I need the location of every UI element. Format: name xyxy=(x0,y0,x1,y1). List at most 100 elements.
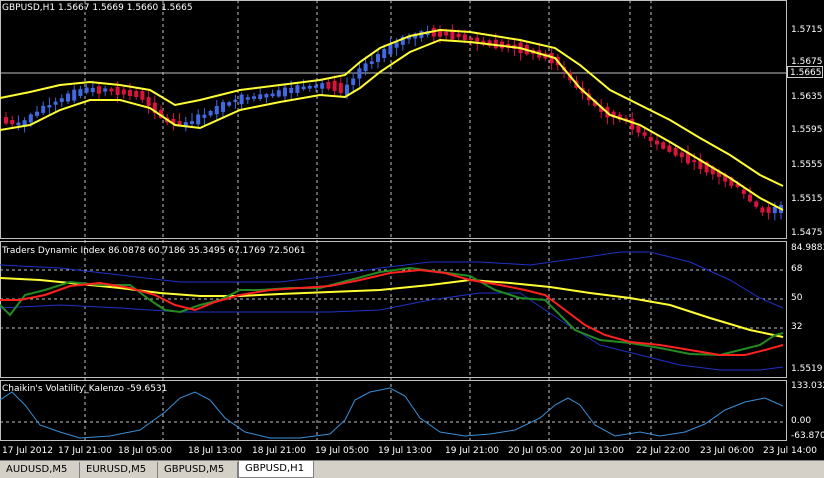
candle-body xyxy=(10,120,15,125)
candle-body xyxy=(766,207,771,213)
tab-gbpusd-h1[interactable]: GBPUSD,H1 xyxy=(238,461,314,478)
tdi-scale-tick: 68 xyxy=(791,264,803,274)
candle-body xyxy=(289,87,294,94)
candle-body xyxy=(388,44,393,55)
candle-body xyxy=(338,82,343,94)
candle-body xyxy=(357,68,362,79)
candle-body xyxy=(202,114,207,118)
chaikin-pane-label: Chaikin's Volatility_Kalenzo -59.6531 xyxy=(2,384,168,394)
candle-body xyxy=(772,206,777,214)
time-axis-tick: 17 Jul 21:00 xyxy=(58,446,112,456)
candle-body xyxy=(661,142,666,149)
tdi-scale-tick: 1.5519 xyxy=(791,364,823,374)
candle-body xyxy=(146,97,151,107)
main-pane-label: GBPUSD,H1 1.5667 1.5669 1.5660 1.5665 xyxy=(2,3,193,13)
candle-body xyxy=(673,148,678,156)
candle-body xyxy=(115,86,120,95)
candle-body xyxy=(270,93,275,97)
candle-body xyxy=(196,114,201,125)
candle-body xyxy=(41,105,46,113)
candle-body xyxy=(233,99,238,102)
candle-body xyxy=(636,125,641,133)
candle-body xyxy=(208,111,213,116)
time-axis-tick: 22 Jul 22:00 xyxy=(636,446,690,456)
candle-body xyxy=(332,80,337,91)
candle-body xyxy=(84,87,89,93)
candle-body xyxy=(66,93,70,102)
candle-body xyxy=(630,118,635,130)
candle-body xyxy=(103,88,108,92)
tdi-scale-tick: 32 xyxy=(791,322,803,332)
tdi-scale-tick: 50 xyxy=(791,293,803,303)
chaikin-scale-tick: 0.00 xyxy=(791,416,812,426)
candle-body xyxy=(53,101,58,105)
grid-lines xyxy=(84,0,652,440)
candle-body xyxy=(314,85,318,88)
tab-eurusd-m5[interactable]: EURUSD,M5 xyxy=(80,462,158,478)
candle-body xyxy=(109,88,114,92)
candle-body xyxy=(140,91,145,100)
price-tick: 1.5715 xyxy=(791,25,823,35)
tab-gbpusd-m5[interactable]: GBPUSD,M5 xyxy=(158,462,238,478)
candle-body xyxy=(667,145,672,152)
candle-body xyxy=(28,114,33,123)
lower-envelope-line xyxy=(0,38,784,211)
candle-body xyxy=(363,63,368,72)
time-axis-tick: 23 Jul 06:00 xyxy=(700,446,754,456)
candle-body xyxy=(394,42,399,48)
candle-body xyxy=(78,89,83,97)
tdi-pane-frame xyxy=(0,241,787,378)
candle-body xyxy=(283,87,287,97)
candle-body xyxy=(648,136,653,142)
tdi-scale-tick: 84.9883 xyxy=(791,243,824,253)
candle-body xyxy=(456,33,461,38)
time-axis-tick: 19 Jul 05:00 xyxy=(315,446,369,456)
candle-body xyxy=(134,91,139,98)
candle-body xyxy=(307,85,312,89)
candle-body xyxy=(679,152,684,158)
candle-body xyxy=(469,37,473,41)
time-axis-tick: 17 Jul 2012 xyxy=(2,446,53,456)
time-axis-tick: 19 Jul 21:00 xyxy=(445,446,499,456)
price-tick: 1.5595 xyxy=(791,125,823,135)
candle-body xyxy=(47,105,52,108)
price-tick: 1.5635 xyxy=(791,92,823,102)
candle-body xyxy=(97,86,101,94)
candle-body xyxy=(301,86,306,90)
candle-body xyxy=(295,85,300,93)
candle-body xyxy=(121,89,126,95)
candle-body xyxy=(190,121,194,124)
candle-body xyxy=(258,94,263,100)
candle-body xyxy=(90,87,95,93)
candle-body xyxy=(239,94,244,105)
tdi-level-lines xyxy=(0,269,787,329)
tab-audusd-m5[interactable]: AUDUSD,M5 xyxy=(0,462,80,478)
candle-body xyxy=(748,194,752,202)
candle-body xyxy=(35,111,39,116)
time-axis-tick: 23 Jul 14:00 xyxy=(763,446,817,456)
time-axis-tick: 18 Jul 13:00 xyxy=(188,446,242,456)
candle-body xyxy=(642,132,647,136)
candle-body xyxy=(754,201,759,207)
candle-body xyxy=(382,48,387,59)
price-tick: 1.5515 xyxy=(791,194,823,204)
candle-body xyxy=(444,31,449,36)
candle-body xyxy=(4,117,8,124)
candle-body xyxy=(692,160,697,163)
candle-body xyxy=(345,84,349,96)
candle-body xyxy=(760,207,765,213)
candle-body xyxy=(227,102,232,106)
candle-body xyxy=(252,96,256,99)
candle-body xyxy=(351,78,356,85)
candlesticks xyxy=(4,24,783,221)
candle-body xyxy=(376,54,380,62)
chart-tab-bar: AUDUSD,M5 EURUSD,M5 GBPUSD,M5 GBPUSD,H1 xyxy=(0,460,824,478)
candle-body xyxy=(128,90,132,96)
candle-body xyxy=(320,83,325,89)
candle-body xyxy=(462,34,467,40)
chaikin-volatility-line xyxy=(0,387,784,439)
tdi-rsi-price-line xyxy=(0,266,784,357)
time-axis-tick: 18 Jul 05:00 xyxy=(118,446,172,456)
candle-body xyxy=(221,102,225,112)
candle-body xyxy=(276,90,281,97)
